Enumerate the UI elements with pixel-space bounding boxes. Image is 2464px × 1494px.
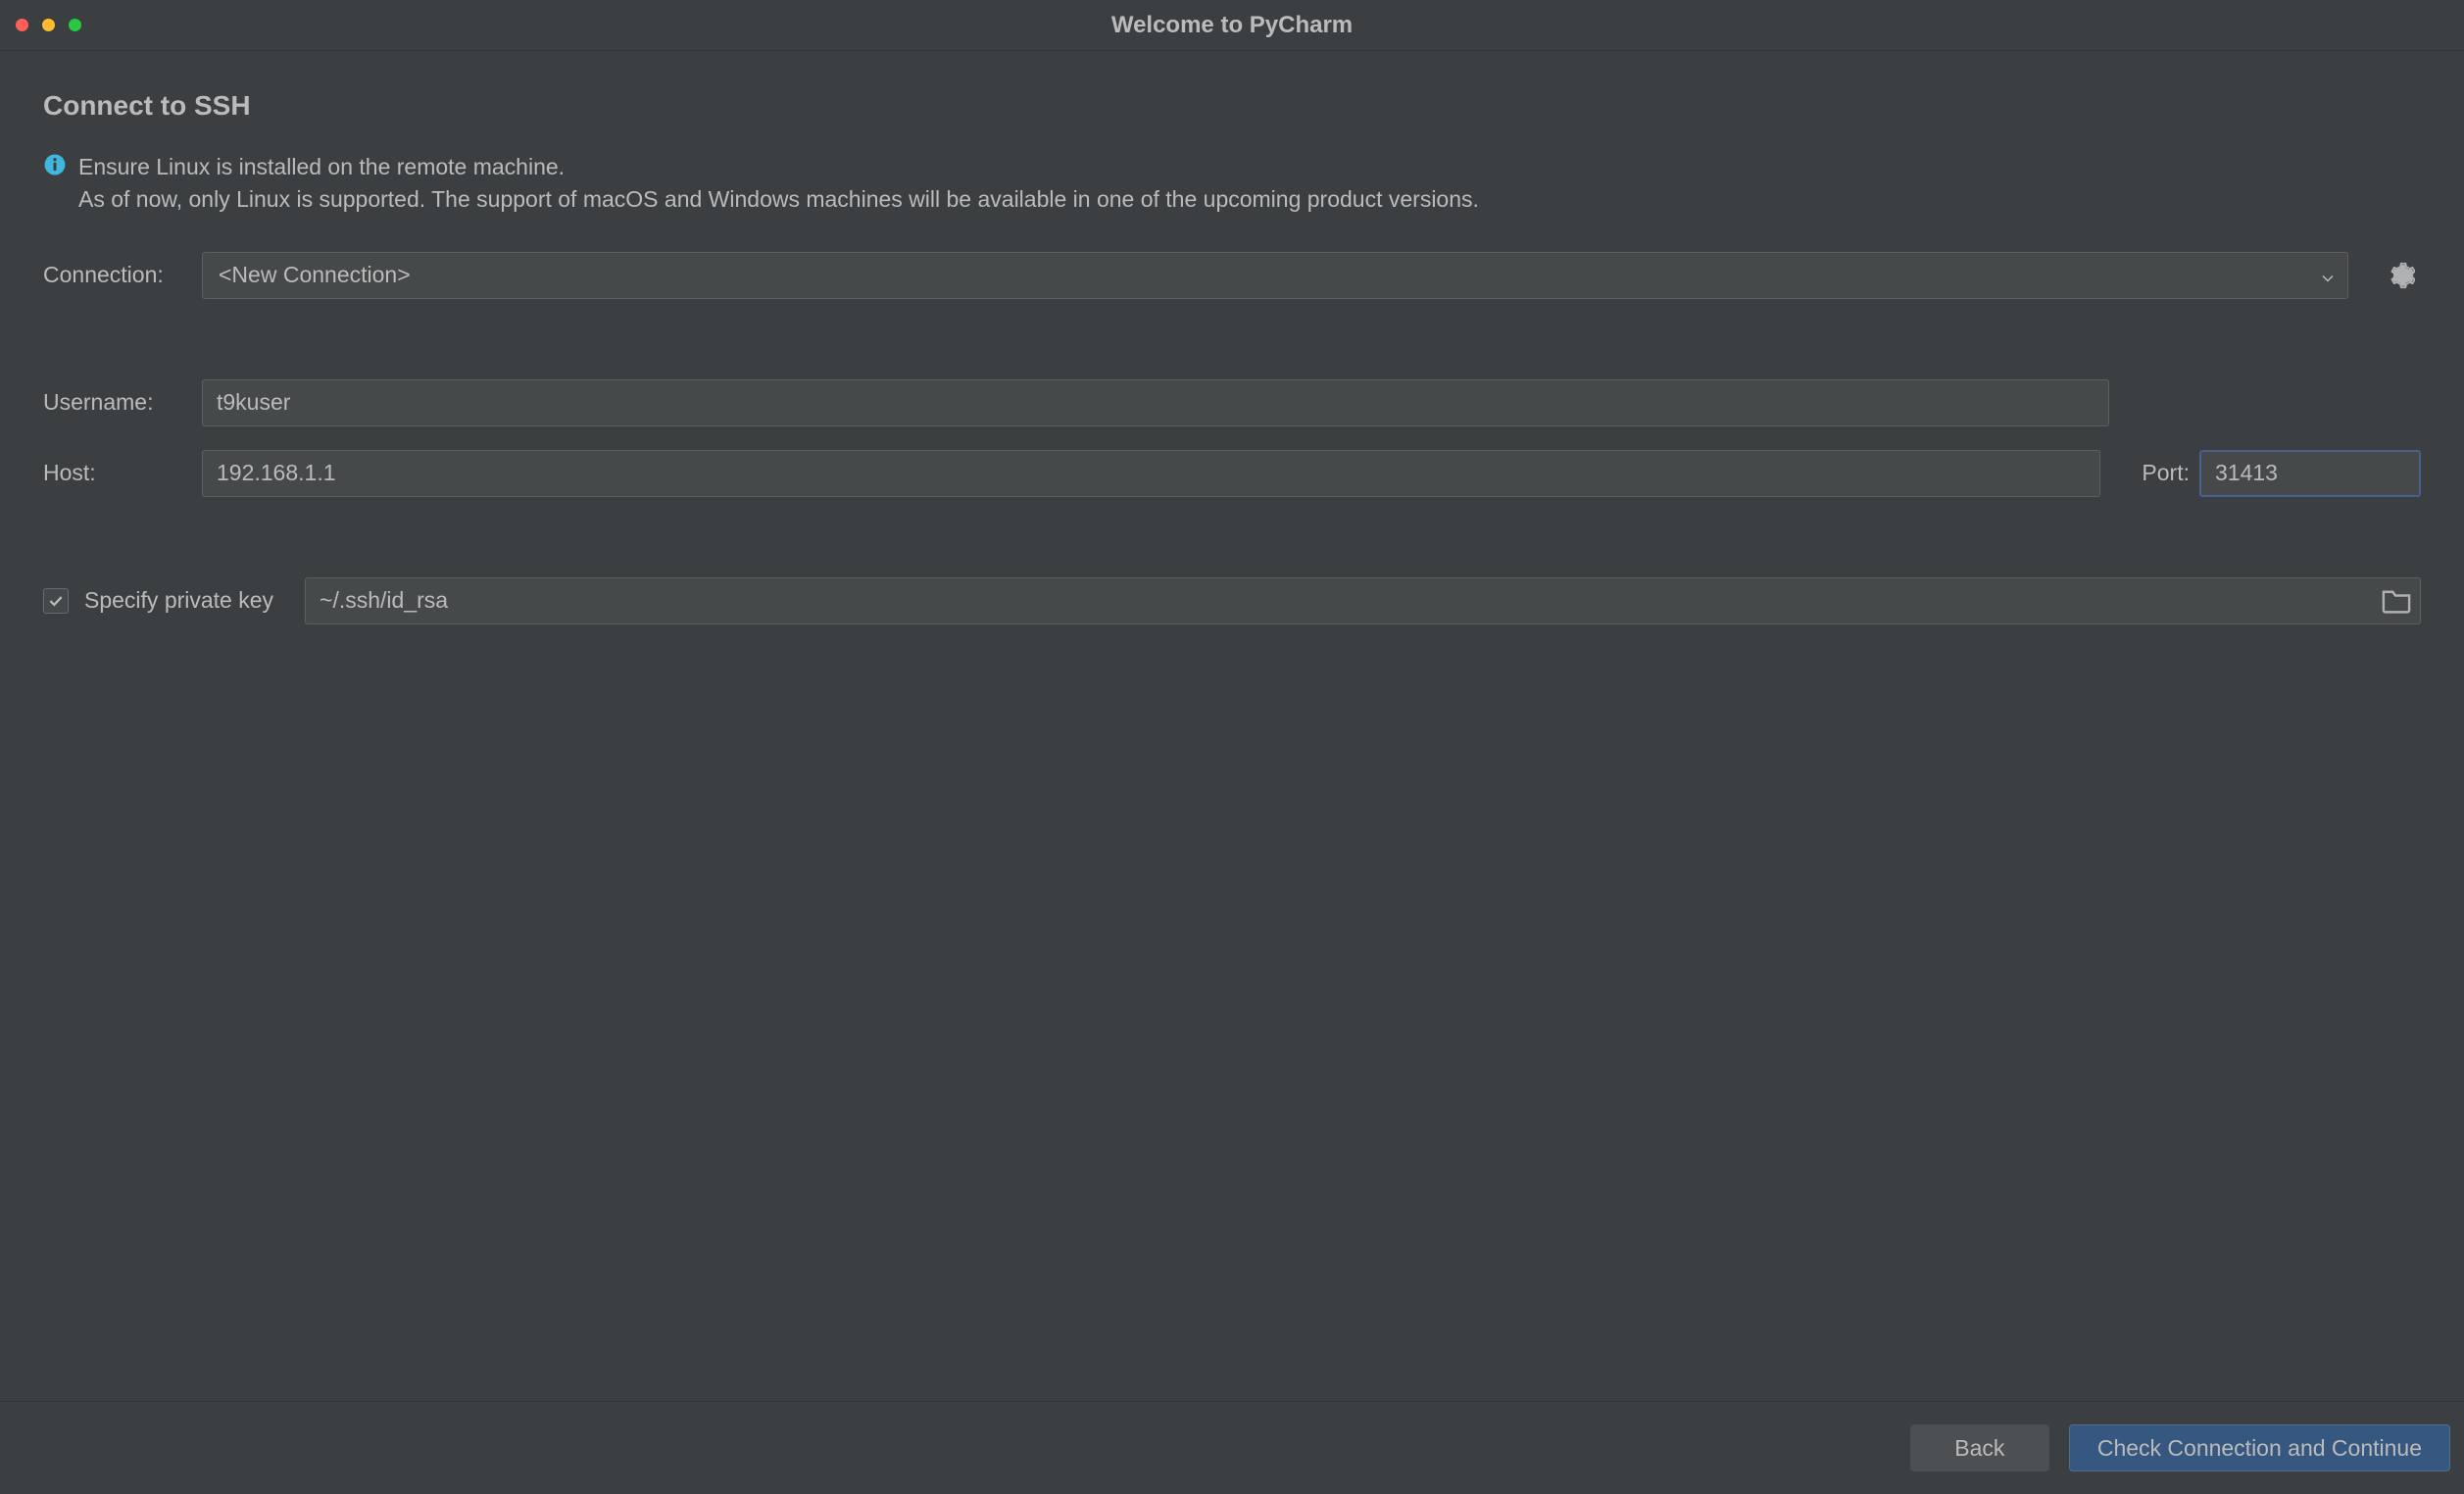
private-key-checkbox-label[interactable]: Specify private key [84, 587, 273, 614]
connection-value: <New Connection> [219, 262, 411, 288]
chevron-down-icon [2322, 262, 2334, 288]
traffic-lights [0, 19, 81, 31]
host-row: Host: Port: [43, 450, 2421, 497]
titlebar: Welcome to PyCharm [0, 0, 2464, 51]
private-key-input[interactable] [305, 577, 2421, 624]
window-title: Welcome to PyCharm [1111, 12, 1353, 39]
info-text: Ensure Linux is installed on the remote … [78, 151, 1479, 217]
username-input[interactable] [202, 379, 2109, 426]
port-label: Port: [2142, 460, 2190, 486]
port-wrap: Port: [2142, 450, 2421, 497]
username-label: Username: [43, 389, 190, 416]
window-minimize-button[interactable] [42, 19, 55, 31]
username-row: Username: [43, 379, 2421, 426]
info-line-2: As of now, only Linux is supported. The … [78, 183, 1479, 216]
back-button[interactable]: Back [1910, 1424, 2049, 1471]
gear-icon[interactable] [2388, 262, 2415, 289]
connection-row: Connection: <New Connection> [43, 252, 2421, 299]
port-input[interactable] [2199, 450, 2421, 497]
page-title: Connect to SSH [43, 90, 2421, 122]
window-maximize-button[interactable] [69, 19, 81, 31]
check-connection-continue-button[interactable]: Check Connection and Continue [2069, 1424, 2450, 1471]
info-line-1: Ensure Linux is installed on the remote … [78, 151, 1479, 183]
footer: Back Check Connection and Continue [0, 1401, 2464, 1494]
private-key-row: Specify private key [43, 577, 2421, 624]
check-icon [47, 592, 65, 610]
content: Connect to SSH Ensure Linux is installed… [0, 51, 2464, 1401]
folder-icon[interactable] [2382, 588, 2411, 614]
window-close-button[interactable] [16, 19, 28, 31]
info-icon [43, 153, 67, 176]
private-key-input-wrap [305, 577, 2421, 624]
connection-label: Connection: [43, 262, 190, 288]
private-key-checkbox[interactable] [43, 588, 69, 614]
info-block: Ensure Linux is installed on the remote … [43, 151, 2421, 217]
host-input[interactable] [202, 450, 2100, 497]
host-label: Host: [43, 460, 190, 486]
connection-dropdown[interactable]: <New Connection> [202, 252, 2348, 299]
